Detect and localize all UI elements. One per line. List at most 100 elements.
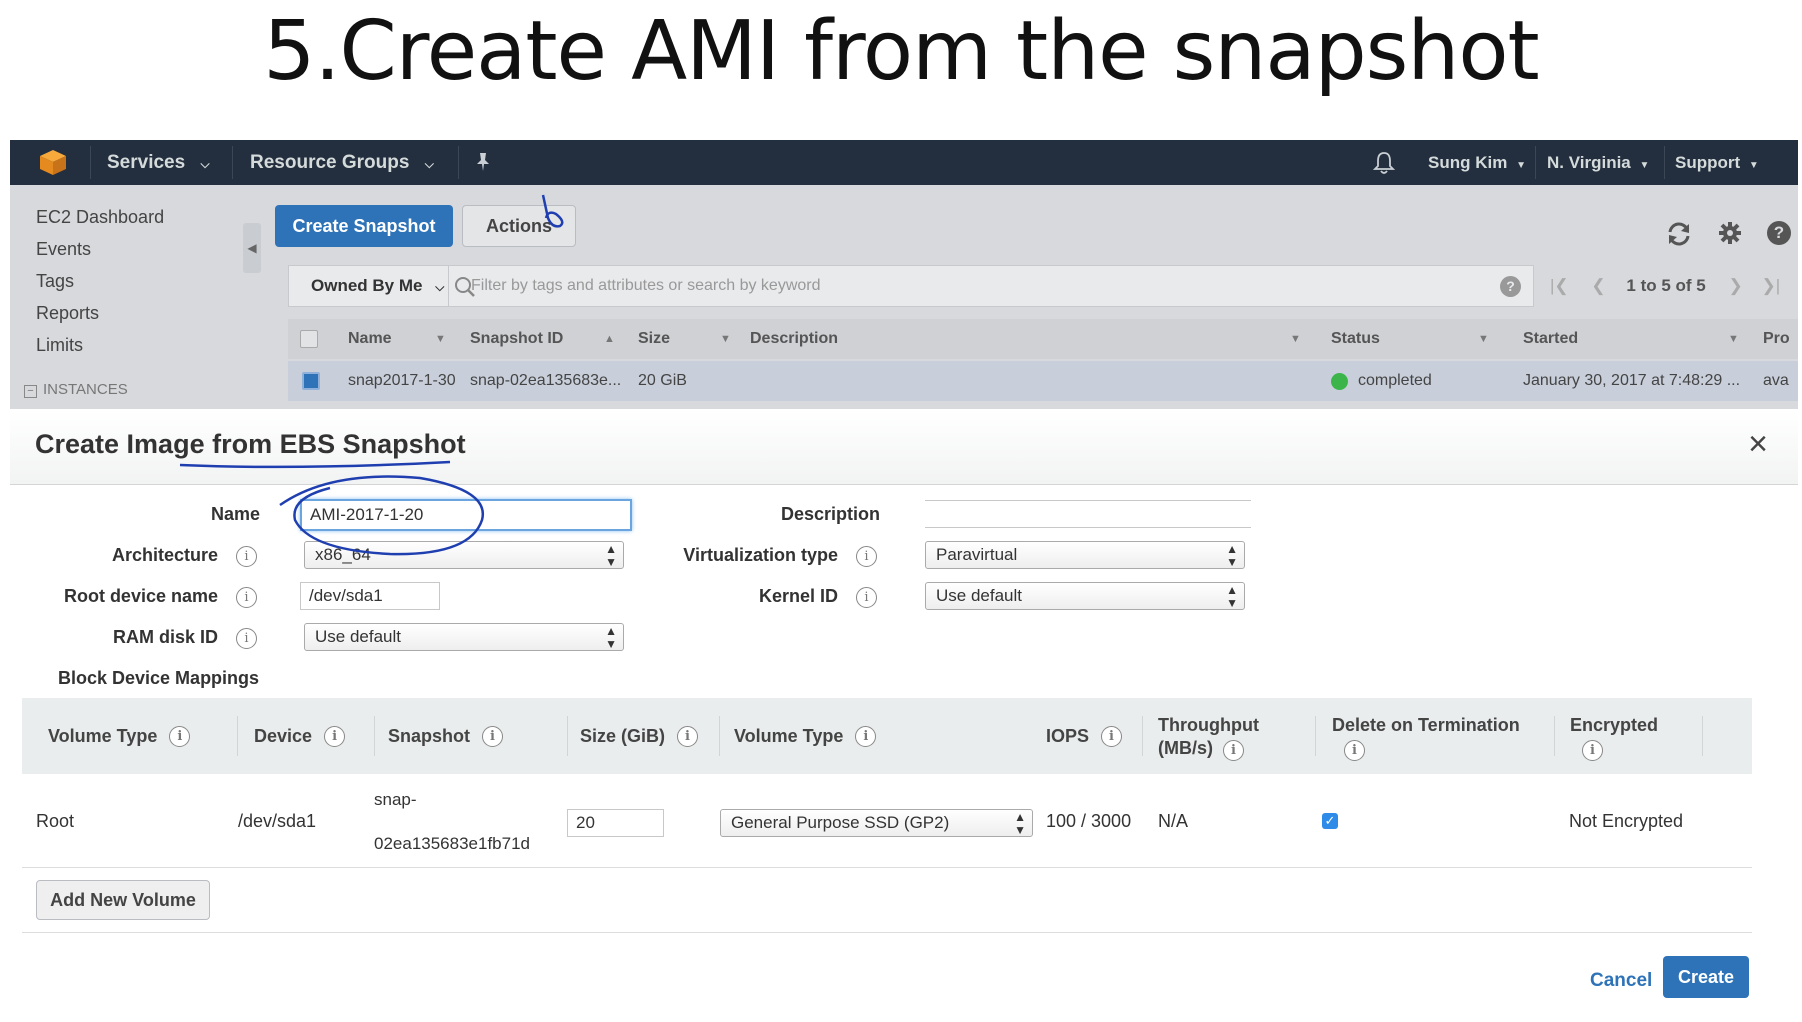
row-snapshot-id: snap-02ea135683e... (470, 372, 622, 389)
search-input[interactable]: Filter by tags and attributes or search … (471, 266, 1471, 306)
bdm-header-label: Encrypted (1570, 715, 1659, 735)
delete-on-termination-checkbox[interactable]: ✓ (1322, 813, 1338, 829)
filter-help-icon[interactable]: ? (1500, 276, 1521, 297)
prev-page-icon[interactable]: ❮ (1591, 276, 1605, 295)
column-header-name[interactable]: Name (348, 319, 392, 359)
help-icon[interactable]: ? (1767, 221, 1791, 245)
column-header-size[interactable]: Size (638, 319, 670, 359)
bdm-header-label: Device (254, 725, 313, 746)
close-icon[interactable]: × (1748, 425, 1768, 464)
sidebar-item-tags[interactable]: Tags (36, 271, 74, 292)
sort-caret-icon[interactable]: ▼ (1290, 319, 1301, 359)
services-menu[interactable]: Services ⌵ (107, 140, 210, 185)
info-icon[interactable]: i (236, 628, 257, 649)
info-icon[interactable]: i (236, 546, 257, 567)
bdm-snapshot-line1: snap- (374, 790, 417, 809)
bdm-volume-type-value: General Purpose SSD (GP2) (731, 813, 950, 832)
info-icon[interactable]: i (856, 587, 877, 608)
info-icon[interactable]: i (324, 725, 346, 747)
column-header-status[interactable]: Status (1331, 319, 1380, 359)
add-new-volume-button[interactable]: Add New Volume (36, 880, 210, 920)
last-page-icon[interactable]: ❯| (1761, 276, 1780, 295)
sidebar-item-events[interactable]: Events (36, 239, 91, 260)
architecture-select[interactable]: x86_64 ▲ ▼ (304, 541, 624, 569)
create-snapshot-button[interactable]: Create Snapshot (275, 205, 453, 247)
bdm-header-ebs-volume-type: Volume Type i (734, 698, 877, 774)
column-header-snapshot-id[interactable]: Snapshot ID (470, 319, 563, 359)
pin-icon[interactable] (474, 152, 492, 172)
create-button[interactable]: Create (1663, 956, 1749, 998)
column-header-progress[interactable]: Pro (1763, 319, 1793, 359)
ram-disk-id-select[interactable]: Use default ▲ ▼ (304, 623, 624, 651)
bdm-volume-type-select[interactable]: General Purpose SSD (GP2) ▲ ▼ (720, 809, 1033, 837)
info-icon[interactable]: i (1582, 740, 1603, 761)
row-size: 20 GiB (638, 372, 687, 389)
bdm-device: /dev/sda1 (238, 811, 317, 831)
bdm-header-size: Size (GiB) i (580, 698, 699, 774)
resource-groups-menu[interactable]: Resource Groups ⌵ (250, 140, 434, 185)
select-all-checkbox[interactable] (300, 330, 318, 348)
sidebar-item-ec2-dashboard[interactable]: EC2 Dashboard (36, 207, 164, 228)
gear-icon[interactable] (1718, 221, 1742, 245)
select-arrows-icon: ▲ ▼ (1226, 583, 1238, 610)
slide-title: 5.Create AMI from the snapshot (263, 4, 1539, 99)
support-label: Support (1675, 153, 1741, 172)
block-device-mappings-label: Block Device Mappings (58, 668, 260, 688)
column-divider (1702, 716, 1703, 756)
info-icon[interactable]: i (1223, 740, 1244, 761)
first-page-icon[interactable]: |❮ (1550, 276, 1569, 295)
info-icon[interactable]: i (1344, 740, 1365, 761)
kernel-id-label: Kernel ID (758, 586, 838, 606)
info-icon[interactable]: i (855, 725, 877, 747)
root-device-name-input[interactable]: /dev/sda1 (300, 582, 440, 610)
virtualization-type-select[interactable]: Paravirtual ▲ ▼ (925, 541, 1245, 569)
sort-asc-icon[interactable]: ▲ (604, 319, 615, 359)
bdm-header-label: Size (GiB) (580, 725, 666, 746)
name-input[interactable]: AMI-2017-1-20 (300, 499, 632, 531)
info-icon[interactable]: i (1101, 725, 1123, 747)
sort-caret-icon[interactable]: ▼ (1478, 319, 1489, 359)
column-divider (1142, 716, 1143, 756)
row-status: completed (1358, 372, 1432, 389)
sort-caret-icon[interactable]: ▼ (720, 319, 731, 359)
sidebar-item-reports[interactable]: Reports (36, 303, 99, 324)
select-arrows-icon: ▲ ▼ (1014, 810, 1026, 837)
bdm-header-delete-on-termination: Delete on Termination i (1332, 698, 1520, 774)
kernel-id-select[interactable]: Use default ▲ ▼ (925, 582, 1245, 610)
support-menu[interactable]: Support ▼ (1675, 140, 1759, 185)
refresh-icon[interactable] (1665, 221, 1693, 247)
actions-label: Actions (485, 216, 552, 236)
bell-icon[interactable] (1373, 151, 1395, 175)
info-icon[interactable]: i (677, 725, 699, 747)
aws-cube-icon[interactable] (38, 148, 68, 176)
region-menu[interactable]: N. Virginia ▼ (1547, 140, 1649, 185)
sidebar-item-limits[interactable]: Limits (36, 335, 83, 356)
bdm-iops: 100 / 3000 (1046, 811, 1132, 831)
cancel-button[interactable]: Cancel (1590, 970, 1652, 992)
nav-divider (1664, 146, 1665, 179)
resource-groups-label: Resource Groups (250, 152, 410, 173)
description-input[interactable] (925, 500, 1251, 528)
sort-caret-icon[interactable]: ▼ (435, 319, 446, 359)
info-icon[interactable]: i (482, 725, 504, 747)
next-page-icon[interactable]: ❯ (1728, 276, 1742, 295)
info-icon[interactable]: i (856, 546, 877, 567)
table-row[interactable]: snap2017-1-30 snap-02ea135683e... 20 GiB… (288, 361, 1798, 401)
sidebar-collapse-toggle[interactable]: ◀ (243, 223, 261, 273)
sort-caret-icon[interactable]: ▼ (1728, 319, 1739, 359)
bdm-size-input[interactable]: 20 (567, 809, 664, 837)
info-icon[interactable]: i (169, 725, 191, 747)
user-menu[interactable]: Sung Kim ▼ (1428, 140, 1526, 185)
column-header-description[interactable]: Description (750, 319, 838, 359)
owned-by-label: Owned By Me (311, 276, 423, 295)
column-header-started[interactable]: Started (1523, 319, 1578, 359)
bdm-header-device: Device i (254, 698, 346, 774)
actions-button[interactable]: Actions (462, 205, 576, 247)
name-label: Name (210, 504, 260, 524)
column-divider (1554, 716, 1555, 756)
info-icon[interactable]: i (236, 587, 257, 608)
owned-by-dropdown[interactable]: Owned By Me ⌵ (289, 266, 449, 306)
user-name: Sung Kim (1428, 153, 1508, 172)
sidebar-section-instances[interactable]: − INSTANCES (24, 381, 128, 398)
row-checkbox[interactable] (302, 372, 320, 390)
